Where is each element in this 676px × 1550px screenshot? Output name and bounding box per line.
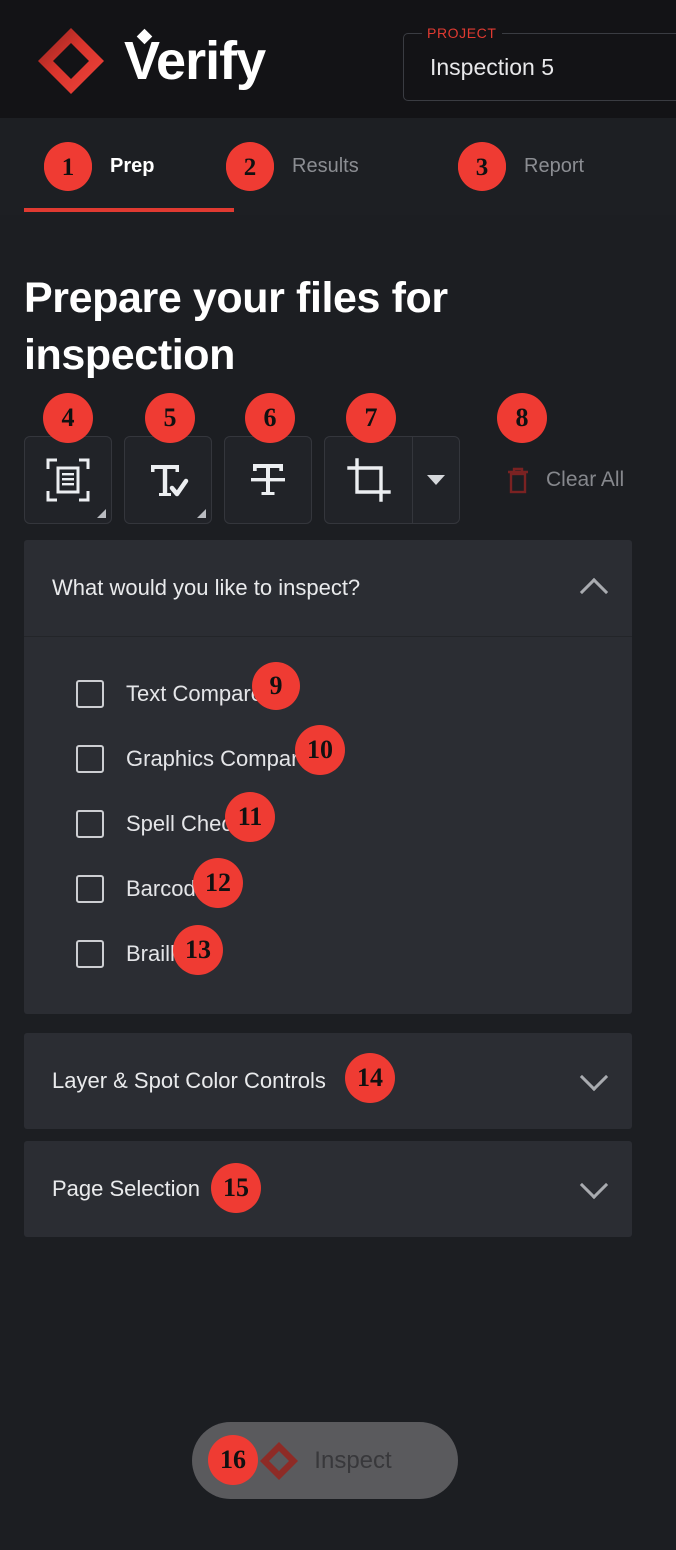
- annotation-badge-14: 14: [345, 1053, 395, 1103]
- checkbox-label-graphics-compare: Graphics Compare: [126, 745, 311, 771]
- crop-icon: [346, 458, 391, 502]
- annotation-badge-4: 4: [43, 393, 93, 443]
- diamond-logo-icon: [260, 1441, 299, 1480]
- inspect-button-label: Inspect: [314, 1446, 392, 1474]
- annotation-badge-10: 10: [295, 725, 345, 775]
- page-title: Prepare your files for inspection: [24, 274, 448, 380]
- document-scan-select-button[interactable]: [24, 436, 112, 524]
- panel-page-selection-title: Page Selection: [52, 1176, 200, 1201]
- text-check-icon: [151, 465, 189, 497]
- checkbox-row-braille[interactable]: Braille: [24, 921, 632, 986]
- annotation-badge-16: 16: [208, 1435, 258, 1485]
- diamond-logo-icon: [36, 26, 106, 96]
- panel-layer-spot-color-title: Layer & Spot Color Controls: [52, 1068, 326, 1093]
- panel-layer-spot-color: Layer & Spot Color Controls: [24, 1033, 632, 1129]
- text-baseline-icon: [251, 464, 285, 495]
- annotation-badge-7: 7: [346, 393, 396, 443]
- panel-page-selection: Page Selection: [24, 1141, 632, 1237]
- options-corner-marker-icon: [197, 509, 206, 518]
- project-field-value: Inspection 5: [430, 54, 555, 80]
- tab-results-label: Results: [292, 154, 359, 177]
- annotation-badge-12: 12: [193, 858, 243, 908]
- trash-icon: [508, 467, 528, 494]
- annotation-badge-11: 11: [225, 792, 275, 842]
- panel-inspect-options: What would you like to inspect? Text Com…: [24, 540, 632, 1014]
- panel-page-selection-header[interactable]: Page Selection: [24, 1141, 632, 1237]
- chevron-down-icon: [579, 1062, 609, 1092]
- checkbox-graphics-compare[interactable]: [76, 744, 104, 773]
- clear-all-button[interactable]: Clear All: [504, 465, 624, 495]
- panel-inspect-options-header[interactable]: What would you like to inspect?: [24, 540, 632, 636]
- project-field-label: PROJECT: [422, 25, 502, 41]
- chevron-down-icon: [427, 475, 445, 485]
- checkbox-spell-check[interactable]: [76, 809, 104, 838]
- tab-prep-label: Prep: [110, 154, 155, 177]
- checkbox-text-compare[interactable]: [76, 679, 104, 708]
- annotation-badge-6: 6: [245, 393, 295, 443]
- annotation-badge-5: 5: [145, 393, 195, 443]
- chevron-down-icon: [579, 1170, 609, 1200]
- prep-toolbar: Clear All: [24, 436, 624, 524]
- annotation-badge-2: 2: [226, 143, 274, 191]
- annotation-badge-1: 1: [44, 143, 92, 191]
- panel-layer-spot-color-header[interactable]: Layer & Spot Color Controls: [24, 1033, 632, 1129]
- annotation-badge-3: 3: [458, 143, 506, 191]
- checkbox-row-spell-check[interactable]: Spell Check: [24, 791, 632, 856]
- checkbox-barcode[interactable]: [76, 874, 104, 903]
- document-scan-select-icon: [46, 458, 90, 502]
- app-header: Verify PROJECT Inspection 5: [0, 0, 676, 118]
- panel-inspect-options-title: What would you like to inspect?: [52, 575, 361, 600]
- checkbox-row-barcode[interactable]: Barcode: [24, 856, 632, 921]
- checkbox-row-text-compare[interactable]: Text Compare: [24, 661, 632, 726]
- project-field[interactable]: PROJECT Inspection 5: [403, 25, 676, 101]
- tab-bar: 1 Prep 2 Results 3 Report: [0, 118, 676, 215]
- annotation-badge-15: 15: [211, 1163, 261, 1213]
- checkbox-braille[interactable]: [76, 939, 104, 968]
- app-root: Verify PROJECT Inspection 5 1 Prep 2 Res…: [0, 0, 676, 1550]
- annotation-badge-8: 8: [497, 393, 547, 443]
- annotation-badge-13: 13: [173, 925, 223, 975]
- annotation-badge-9: 9: [252, 662, 300, 710]
- crop-button[interactable]: [325, 437, 413, 523]
- panel-inspect-options-body: Text Compare Graphics Compare Spell Chec…: [24, 637, 632, 1014]
- active-tab-indicator: [24, 208, 234, 212]
- chevron-up-icon: [579, 577, 609, 607]
- crop-button-group: [324, 436, 460, 524]
- text-baseline-button[interactable]: [224, 436, 312, 524]
- options-corner-marker-icon: [97, 509, 106, 518]
- brand-logo: Verify: [36, 26, 266, 96]
- clear-all-label: Clear All: [546, 468, 625, 491]
- text-check-button[interactable]: [124, 436, 212, 524]
- tab-report-label: Report: [524, 154, 585, 177]
- checkbox-label-text-compare: Text Compare: [126, 680, 263, 706]
- crop-dropdown-button[interactable]: [413, 437, 459, 523]
